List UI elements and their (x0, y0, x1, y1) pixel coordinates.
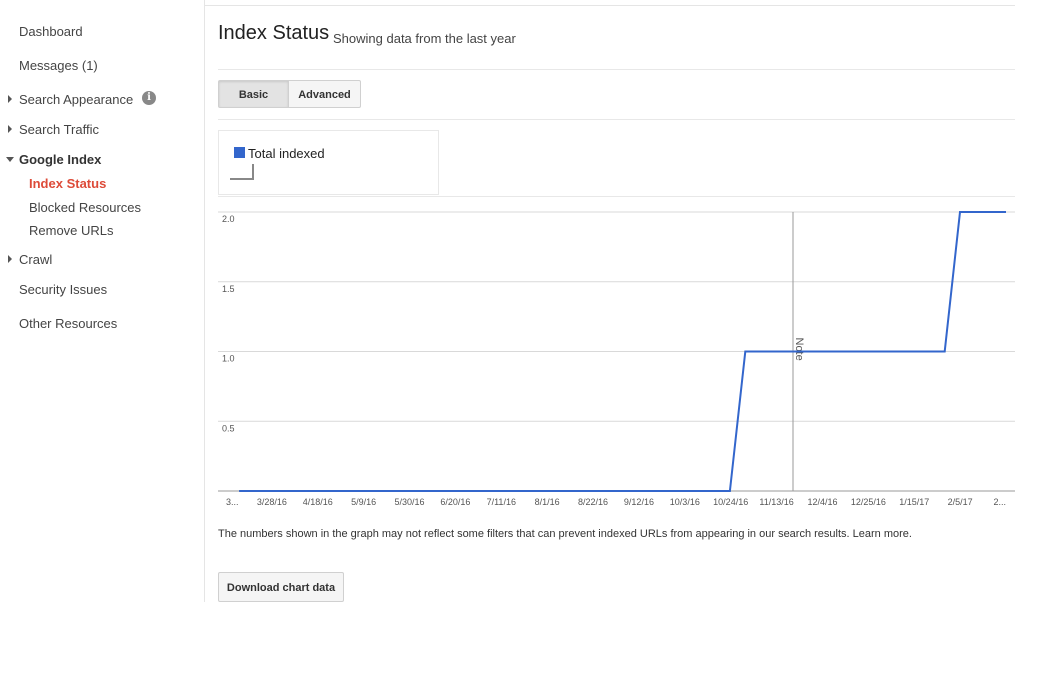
tab-basic[interactable]: Basic (218, 80, 289, 108)
sidebar-item-index-status[interactable]: Index Status (29, 176, 106, 191)
caret-right-icon[interactable] (8, 255, 12, 263)
sidebar: Dashboard Messages (1) Search Appearance… (0, 0, 205, 602)
y-tick-label: 1.5 (222, 284, 235, 294)
x-tick-label: 2/5/17 (948, 497, 973, 507)
caret-right-icon[interactable] (8, 125, 12, 133)
sidebar-item-security-issues[interactable]: Security Issues (19, 282, 107, 297)
x-tick-label: 10/24/16 (713, 497, 748, 507)
tab-advanced[interactable]: Advanced (288, 80, 361, 108)
x-tick-label: 4/18/16 (303, 497, 333, 507)
top-divider (205, 5, 1015, 6)
sidebar-item-google-index[interactable]: Google Index (19, 152, 101, 167)
x-tick-label: 5/30/16 (395, 497, 425, 507)
chart-footnote: The numbers shown in the graph may not r… (218, 528, 912, 540)
x-tick-label: 10/3/16 (670, 497, 700, 507)
x-tick-label: 6/20/16 (440, 497, 470, 507)
x-tick-label: 3... (226, 497, 239, 507)
x-tick-label: 1/15/17 (899, 497, 929, 507)
x-tick-label: 5/9/16 (351, 497, 376, 507)
x-tick-label: 11/13/16 (759, 497, 793, 507)
legend (218, 130, 439, 195)
caret-down-icon[interactable] (6, 157, 14, 162)
page-title: Index Status (218, 22, 330, 44)
y-tick-label: 1.0 (222, 354, 235, 364)
sidebar-item-dashboard[interactable]: Dashboard (19, 24, 83, 39)
sidebar-item-remove-urls[interactable]: Remove URLs (29, 223, 114, 238)
divider (218, 196, 1015, 197)
download-chart-data-button[interactable]: Download chart data (218, 572, 344, 602)
divider (218, 119, 1015, 120)
page-subtitle: Showing data from the last year (333, 31, 516, 46)
annotation-label[interactable]: Note (793, 338, 805, 361)
sidebar-item-blocked-resources[interactable]: Blocked Resources (29, 200, 141, 215)
x-tick-label: 12/25/16 (851, 497, 886, 507)
resize-handle-icon[interactable] (230, 164, 254, 180)
legend-swatch (234, 147, 245, 158)
sidebar-item-crawl[interactable]: Crawl (19, 252, 52, 267)
x-tick-label: 8/1/16 (535, 497, 560, 507)
sidebar-item-messages[interactable]: Messages (1) (19, 58, 98, 73)
x-tick-label: 7/11/16 (487, 497, 516, 507)
index-status-chart: 2.0 1.5 1.0 0.5 3... 3/28/16 4/18/16 5/9/16 5/3… (218, 211, 1015, 507)
info-icon[interactable]: i (142, 91, 156, 105)
x-tick-label: 2... (993, 497, 1006, 507)
x-tick-label: 9/12/16 (624, 497, 654, 507)
y-tick-label: 0.5 (222, 423, 235, 433)
sidebar-item-other-resources[interactable]: Other Resources (19, 316, 117, 331)
legend-label: Total indexed (248, 146, 325, 161)
sidebar-item-search-traffic[interactable]: Search Traffic (19, 122, 99, 137)
sidebar-item-search-appearance[interactable]: Search Appearance (19, 92, 133, 107)
x-tick-label: 12/4/16 (807, 497, 837, 507)
x-tick-label: 8/22/16 (578, 497, 608, 507)
caret-right-icon[interactable] (8, 95, 12, 103)
divider (218, 69, 1015, 70)
x-tick-label: 3/28/16 (257, 497, 287, 507)
y-tick-label: 2.0 (222, 214, 235, 224)
